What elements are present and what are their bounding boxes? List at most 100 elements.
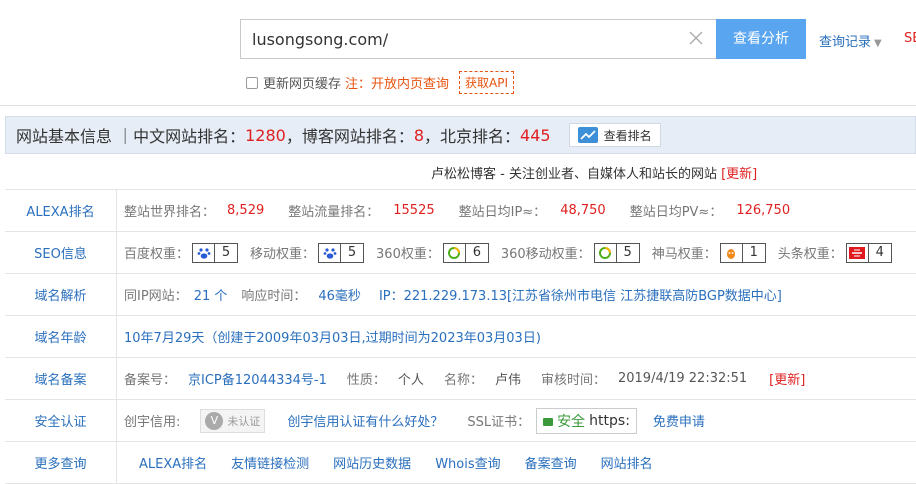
ip-address[interactable]: IP：221.229.173.13[江苏省徐州市电信 江苏捷联高防BGP数据中心…	[379, 285, 782, 304]
table-row-beian: 域名备案 备案号： 京ICP备12044334号-1 性质： 个人 名称： 卢伟…	[5, 358, 916, 400]
https-text: https:	[589, 412, 630, 429]
nature-value: 个人	[397, 373, 424, 388]
response-time-value: 46毫秒	[318, 289, 361, 304]
beian-no-value[interactable]: 京ICP备12044334号-1	[188, 369, 327, 388]
table-row-more: 更多查询 ALEXA排名 友情链接检测 网站历史数据 Whois查询 备案查询 …	[5, 442, 916, 484]
daily-ip-value: 48,750	[560, 203, 606, 218]
row-label-seo[interactable]: SEO信息	[5, 232, 117, 273]
dns-content: 同IP网站： 21 个 响应时间： 46毫秒 IP：221.229.173.13…	[117, 274, 916, 315]
ssl-key: SSL证书：	[467, 415, 531, 430]
seo-content: 百度权重： 5 移动权重： 5 360权重： 6 360移动权重： 5 神马权重…	[117, 232, 916, 273]
row-label-age[interactable]: 域名年龄	[5, 316, 117, 357]
mobile-weight-badge[interactable]: 5	[318, 242, 365, 263]
toutiao-weight-value: 4	[875, 245, 884, 260]
more-link-beian[interactable]: 备案查询	[525, 453, 577, 472]
https-safe-text: 安全	[557, 413, 586, 430]
shenma-horse-icon	[721, 243, 743, 262]
mobile-weight-value: 5	[347, 245, 357, 260]
same-ip-value[interactable]: 21 个	[194, 285, 228, 304]
blog-rank-label: ，博客网站排名：	[285, 127, 414, 146]
row-label-beian[interactable]: 域名备案	[5, 358, 117, 399]
view-rank-button[interactable]: 查看排名	[568, 123, 661, 147]
world-rank-value: 8,529	[227, 203, 265, 218]
row-label-alexa[interactable]: ALEXA排名	[5, 190, 117, 231]
view-rank-label: 查看排名	[603, 128, 652, 143]
get-api-button[interactable]: 获取API	[459, 71, 515, 94]
beian-content: 备案号： 京ICP备12044334号-1 性质： 个人 名称： 卢伟 审核时间…	[117, 358, 916, 399]
more-link-friendlinks[interactable]: 友情链接检测	[231, 453, 309, 472]
history-label: 查询记录	[819, 35, 872, 50]
shenma-weight-badge[interactable]: 1	[719, 242, 766, 263]
daily-ip-key: 整站日均IP≈：	[458, 205, 547, 220]
inner-page-note[interactable]: 注：开放内页查询	[345, 73, 449, 92]
name-key: 名称：	[443, 373, 483, 388]
s360m-weight-badge[interactable]: 5	[593, 242, 640, 263]
age-content: 10年7月29天（创建于2009年03月03日,过期时间为2023年03月03日…	[117, 316, 916, 357]
alexa-content: 整站世界排名： 8,529 整站流量排名： 15525 整站日均IP≈： 48,…	[117, 190, 916, 231]
row-label-security[interactable]: 安全认证	[5, 400, 117, 441]
more-link-alexa[interactable]: ALEXA排名	[139, 453, 207, 472]
s360m-weight-key: 360移动权重：	[500, 247, 591, 262]
360-icon	[444, 243, 466, 262]
table-row-age: 域名年龄 10年7月29天（创建于2009年03月03日,过期时间为2023年0…	[5, 316, 916, 358]
bj-rank-label: ，北京排名：	[424, 127, 521, 146]
update-cache-checkbox[interactable]	[246, 76, 258, 89]
table-row-alexa: ALEXA排名 整站世界排名： 8,529 整站流量排名： 15525 整站日均…	[5, 190, 916, 232]
response-time-key: 响应时间：	[241, 289, 307, 304]
free-apply-link[interactable]: 免费申请	[653, 411, 705, 430]
s360-weight-badge[interactable]: 6	[442, 242, 489, 263]
s360-weight-value: 6	[472, 245, 481, 260]
table-row-dns: 域名解析 同IP网站： 21 个 响应时间： 46毫秒 IP：221.229.1…	[5, 274, 916, 316]
row-label-more[interactable]: 更多查询	[5, 442, 117, 483]
credit-benefit-link[interactable]: 创宇信用认证有什么好处？	[287, 411, 443, 430]
baidu-weight-key: 百度权重：	[124, 247, 190, 262]
history-dropdown[interactable]: 查询记录 ▼	[819, 31, 882, 50]
site-description-update-link[interactable]: [更新]	[721, 167, 757, 182]
name-value: 卢伟	[494, 373, 521, 388]
seo-link[interactable]: SE	[904, 31, 916, 46]
search-input[interactable]: lusongsong.com/	[240, 19, 717, 59]
same-ip-key: 同IP网站：	[124, 289, 188, 304]
toutiao-weight-key: 头条权重：	[777, 247, 843, 262]
more-link-siterank[interactable]: 网站排名	[601, 453, 653, 472]
more-link-history[interactable]: 网站历史数据	[333, 453, 411, 472]
beian-update-link[interactable]: [更新]	[769, 369, 805, 388]
header-title: 网站基本信息 ｜中文网站排名：	[16, 127, 246, 146]
baidu-paw-icon	[319, 243, 342, 262]
audit-time-key: 审核时间：	[540, 373, 606, 388]
update-cache-label: 更新网页缓存	[263, 77, 342, 92]
audit-time-value: 2019/4/19 22:32:51	[617, 371, 748, 386]
baidu-weight-badge[interactable]: 5	[192, 242, 239, 263]
table-row-security: 安全认证 创宇信用: V 未认证 创宇信用认证有什么好处？ SSL证书： 安全 …	[5, 400, 916, 442]
row-label-dns[interactable]: 域名解析	[5, 274, 117, 315]
360-icon	[595, 243, 617, 262]
credit-key: 创宇信用:	[124, 415, 181, 430]
uncertified-text: 未认证	[227, 414, 261, 428]
toutiao-weight-badge[interactable]: 4	[845, 242, 892, 263]
mobile-weight-key: 移动权重：	[250, 247, 316, 262]
uncertified-badge[interactable]: V 未认证	[200, 408, 266, 433]
divider	[0, 105, 916, 106]
baidu-weight-value: 5	[221, 245, 231, 260]
site-description: 卢松松博客 - 关注创业者、自媒体人和站长的网站 [更新]	[431, 163, 757, 182]
https-badge[interactable]: 安全 https:	[536, 407, 637, 434]
more-link-whois[interactable]: Whois查询	[435, 453, 500, 472]
world-rank-key: 整站世界排名：	[124, 205, 216, 220]
site-info-table: ALEXA排名 整站世界排名： 8,529 整站流量排名： 15525 整站日均…	[5, 189, 916, 484]
daily-pv-value: 126,750	[736, 203, 791, 218]
bj-rank-value: 445	[520, 125, 551, 145]
site-description-text: 卢松松博客 - 关注创业者、自媒体人和站长的网站	[431, 167, 717, 182]
site-info-header: 网站基本信息 ｜中文网站排名： 1280 ，博客网站排名： 8 ，北京排名： 445 查看…	[5, 116, 916, 154]
beian-no-key: 备案号：	[124, 373, 177, 388]
s360-weight-key: 360权重：	[376, 247, 440, 262]
cn-rank-value: 1280	[245, 125, 286, 145]
blog-rank-value: 8	[413, 125, 425, 145]
nature-key: 性质：	[346, 373, 386, 388]
clear-icon[interactable]	[688, 30, 704, 46]
lock-icon	[543, 417, 554, 426]
domain-age-value[interactable]: 10年7月29天（创建于2009年03月03日,过期时间为2023年03月03日…	[124, 327, 541, 346]
verified-v-icon: V	[205, 411, 224, 430]
chevron-down-icon: ▼	[874, 38, 882, 49]
analyze-button[interactable]: 查看分析	[716, 19, 806, 59]
table-row-seo: SEO信息 百度权重： 5 移动权重： 5 360权重： 6 360移动权重： …	[5, 232, 916, 274]
